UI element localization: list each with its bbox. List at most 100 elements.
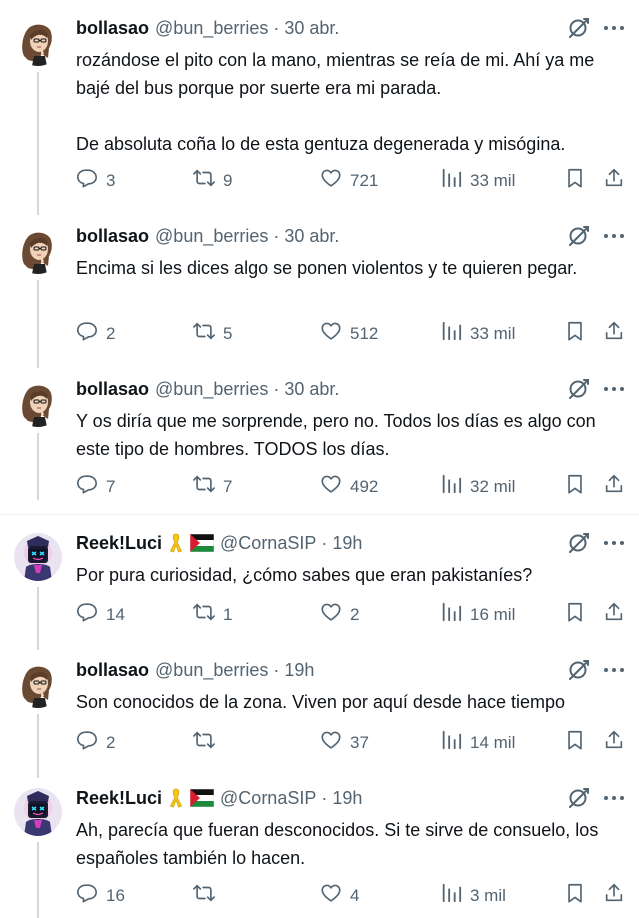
retweet-button[interactable]: 7 [193,473,232,500]
views-button[interactable]: 14 mil [440,729,515,756]
avatar[interactable] [14,18,62,66]
retweet-button[interactable]: 9 [193,167,232,194]
share-icon[interactable] [603,320,625,342]
display-name[interactable]: bollasao [76,379,149,400]
share-icon[interactable] [603,167,625,189]
retweet-button[interactable]: 1 [193,601,232,628]
views-count: 16 mil [470,604,516,624]
user-handle[interactable]: @bun_berries [155,18,268,39]
retweet-button[interactable] [193,882,223,909]
like-button[interactable]: 512 [320,320,378,347]
display-name[interactable]: bollasao [76,226,149,247]
like-icon [320,882,342,909]
tweet-text: rozándose el pito con la mano, mientras … [76,50,595,154]
avatar[interactable] [14,226,62,274]
tweet-timestamp[interactable]: · 19h [321,533,362,554]
tweet[interactable]: Reek!Luci @CornaSIP · 19h Ah, parecía qu… [0,786,639,908]
tweet-header: bollasao @bun_berries · 19h [76,658,314,682]
tweet[interactable]: bollasao @bun_berries · 19h Son conocido… [0,658,639,755]
views-button[interactable]: 33 mil [440,167,515,194]
display-name[interactable]: Reek!Luci [76,533,162,554]
tweet-timestamp[interactable]: · 30 abr. [273,226,339,247]
share-icon[interactable] [603,882,625,904]
avatar[interactable] [14,379,62,427]
bookmark-icon[interactable] [564,167,586,189]
user-handle[interactable]: @CornaSIP [220,533,316,554]
more-icon[interactable] [601,16,627,40]
like-count: 492 [350,476,379,496]
views-button[interactable]: 16 mil [440,601,515,628]
user-handle[interactable]: @bun_berries [155,660,268,681]
tweet-text: Son conocidos de la zona. Viven por aquí… [76,692,566,712]
tweet[interactable]: bollasao @bun_berries · 30 abr. Encima s… [0,224,639,346]
bookmark-icon[interactable] [564,729,586,751]
grok-icon[interactable] [567,16,591,40]
tweet-timestamp[interactable]: · 19h [273,660,314,681]
more-icon[interactable] [601,786,627,810]
views-button[interactable]: 3 mil [440,882,506,909]
tweet[interactable]: Reek!Luci @CornaSIP · 19h Por pura curio… [0,531,639,627]
views-icon [440,882,462,909]
more-icon[interactable] [601,224,627,248]
reply-button[interactable]: 2 [76,320,115,347]
tweet-header: Reek!Luci @CornaSIP · 19h [76,786,362,810]
more-icon[interactable] [601,531,627,555]
tweet[interactable]: bollasao @bun_berries · 30 abr. rozándos… [0,16,639,193]
like-button[interactable]: 492 [320,473,378,500]
avatar[interactable] [14,660,62,708]
tweet-timestamp[interactable]: · 19h [321,788,362,809]
like-count: 37 [350,732,369,752]
user-handle[interactable]: @bun_berries [155,379,268,400]
tweet-timestamp[interactable]: · 30 abr. [273,18,339,39]
reply-button[interactable]: 7 [76,473,115,500]
views-icon [440,601,462,628]
like-button[interactable]: 4 [320,882,359,909]
retweet-button[interactable] [193,729,223,756]
more-icon[interactable] [601,377,627,401]
user-handle[interactable]: @CornaSIP [220,788,316,809]
bookmark-icon[interactable] [564,320,586,342]
palestine-flag-icon [190,789,215,807]
reply-button[interactable]: 16 [76,882,125,909]
avatar[interactable] [14,533,62,581]
reply-count: 2 [106,323,116,343]
retweet-button[interactable]: 5 [193,320,232,347]
reply-icon [76,320,98,347]
share-icon[interactable] [603,601,625,623]
bookmark-icon[interactable] [564,601,586,623]
retweet-icon [193,473,215,500]
reply-button[interactable]: 3 [76,167,115,194]
views-button[interactable]: 33 mil [440,320,515,347]
tweet[interactable]: bollasao @bun_berries · 30 abr. Y os dir… [0,377,639,499]
grok-icon[interactable] [567,377,591,401]
views-button[interactable]: 32 mil [440,473,515,500]
grok-icon[interactable] [567,658,591,682]
reply-icon [76,473,98,500]
tweet-timestamp[interactable]: · 30 abr. [273,379,339,400]
display-name[interactable]: bollasao [76,18,149,39]
like-count: 2 [350,604,360,624]
reply-button[interactable]: 2 [76,729,115,756]
grok-icon[interactable] [567,224,591,248]
bookmark-icon[interactable] [564,473,586,495]
share-icon[interactable] [603,473,625,495]
grok-icon[interactable] [567,531,591,555]
like-button[interactable]: 2 [320,601,359,628]
display-name[interactable]: bollasao [76,660,149,681]
reply-icon [76,882,98,909]
retweet-icon [193,167,215,194]
grok-icon[interactable] [567,786,591,810]
views-count: 33 mil [470,170,516,190]
display-name[interactable]: Reek!Luci [76,788,162,809]
reply-count: 16 [106,885,125,905]
more-icon[interactable] [601,658,627,682]
like-button[interactable]: 721 [320,167,378,194]
avatar[interactable] [14,788,62,836]
like-button[interactable]: 37 [320,729,369,756]
reply-button[interactable]: 14 [76,601,125,628]
user-handle[interactable]: @bun_berries [155,226,268,247]
views-icon [440,473,462,500]
bookmark-icon[interactable] [564,882,586,904]
views-icon [440,167,462,194]
share-icon[interactable] [603,729,625,751]
